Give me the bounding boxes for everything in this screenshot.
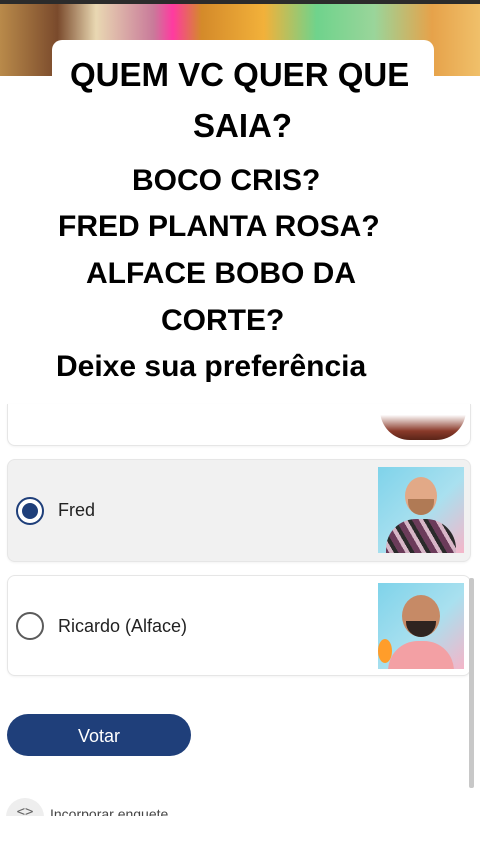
headline-line-1: QUEM VC QUER QUE	[70, 56, 410, 93]
scrollbar[interactable]	[469, 578, 474, 788]
photo-shirt	[386, 519, 456, 553]
poll-option-ricardo[interactable]: Ricardo (Alface)	[7, 575, 471, 676]
radio-button-fred[interactable]	[16, 497, 44, 525]
bottom-overlay	[0, 816, 480, 854]
candidate-photo-ricardo	[378, 583, 464, 669]
headline-line-6: CORTE?	[161, 304, 285, 337]
option-label-ricardo: Ricardo (Alface)	[58, 616, 188, 636]
headline-line-5: ALFACE BOBO DA	[86, 257, 356, 290]
vote-button[interactable]: Votar	[7, 714, 191, 756]
photo-shirt	[388, 641, 454, 669]
option-label-fred: Fred	[58, 500, 96, 520]
headline-line-7: Deixe sua preferência	[56, 350, 367, 383]
headline-line-3: BOCO CRIS?	[132, 164, 321, 197]
headline-line-2: SAIA?	[193, 107, 292, 144]
candidate-photo-partial	[380, 404, 466, 440]
photo-beard	[408, 499, 434, 515]
radio-selected-dot	[22, 503, 38, 519]
photo-beard	[406, 621, 436, 637]
radio-button-ricardo[interactable]	[16, 612, 44, 640]
headline-line-4: FRED PLANTA ROSA?	[58, 210, 380, 243]
poll-option-fred[interactable]: Fred	[7, 459, 471, 562]
candidate-photo-fred	[378, 467, 464, 553]
poll-option-partial[interactable]	[7, 404, 471, 446]
